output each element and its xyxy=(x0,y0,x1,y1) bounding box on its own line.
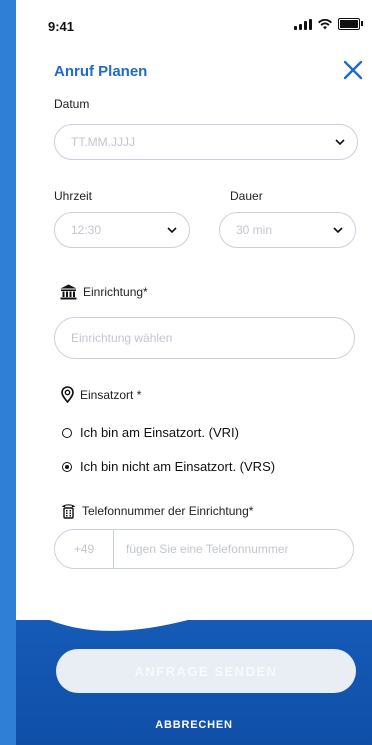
location-pin-icon xyxy=(61,386,74,403)
duration-value: 30 min xyxy=(236,223,273,237)
date-field[interactable]: TT.MM.JJJJ xyxy=(54,124,358,160)
wave-divider xyxy=(16,560,372,631)
chevron-down-icon xyxy=(167,227,177,234)
duration-label: Dauer xyxy=(230,189,263,203)
send-request-button[interactable]: ANFRAGE SENDEN xyxy=(56,649,356,693)
radio-label: Ich bin am Einsatzort. (VRI) xyxy=(80,425,239,440)
radio-option-vri[interactable]: Ich bin am Einsatzort. (VRI) xyxy=(62,425,239,440)
phone-label: Telefonnummer der Einrichtung* xyxy=(82,504,254,518)
chevron-down-icon xyxy=(335,139,345,146)
status-time: 9:41 xyxy=(48,19,75,34)
telephone-icon xyxy=(62,504,75,519)
battery-icon xyxy=(338,18,363,30)
time-label: Uhrzeit xyxy=(54,189,93,203)
wifi-icon xyxy=(318,18,332,29)
facility-placeholder: Einrichtung wählen xyxy=(71,331,173,345)
phone-label-row: Telefonnummer der Einrichtung* xyxy=(61,503,253,519)
form-sheet xyxy=(16,0,372,620)
phone-field[interactable]: +49 fügen Sie eine Telefonnummer xyxy=(54,529,354,569)
radio-option-vrs[interactable]: Ich bin nicht am Einsatzort. (VRS) xyxy=(62,459,275,474)
phone-input[interactable]: fügen Sie eine Telefonnummer xyxy=(114,542,289,556)
phone-prefix[interactable]: +49 xyxy=(55,530,114,568)
facility-field[interactable]: Einrichtung wählen xyxy=(54,317,355,359)
date-placeholder: TT.MM.JJJJ xyxy=(71,135,135,149)
institution-icon xyxy=(60,284,77,300)
radio-button[interactable] xyxy=(62,427,72,438)
date-label: Datum xyxy=(54,97,90,111)
location-label-row: Einsatzort * xyxy=(61,386,141,403)
facility-label-row: Einrichtung* xyxy=(60,284,148,300)
radio-button-selected[interactable] xyxy=(62,461,72,472)
radio-label: Ich bin nicht am Einsatzort. (VRS) xyxy=(80,459,276,474)
close-icon[interactable] xyxy=(342,59,364,81)
status-bar: 9:41 xyxy=(16,0,372,44)
signal-icon xyxy=(294,18,312,30)
time-select[interactable]: 12:30 xyxy=(54,212,190,248)
chevron-down-icon xyxy=(333,227,343,234)
facility-label: Einrichtung* xyxy=(83,285,148,299)
time-value: 12:30 xyxy=(71,223,102,237)
app-screen: 9:41 Anruf Planen Datum TT.MM.JJJJ Uhrze… xyxy=(16,0,372,745)
location-label: Einsatzort * xyxy=(80,387,142,402)
cancel-button[interactable]: ABBRECHEN xyxy=(16,719,372,731)
page-title: Anruf Planen xyxy=(54,63,148,80)
duration-select[interactable]: 30 min xyxy=(219,212,356,248)
status-icons xyxy=(294,18,363,30)
